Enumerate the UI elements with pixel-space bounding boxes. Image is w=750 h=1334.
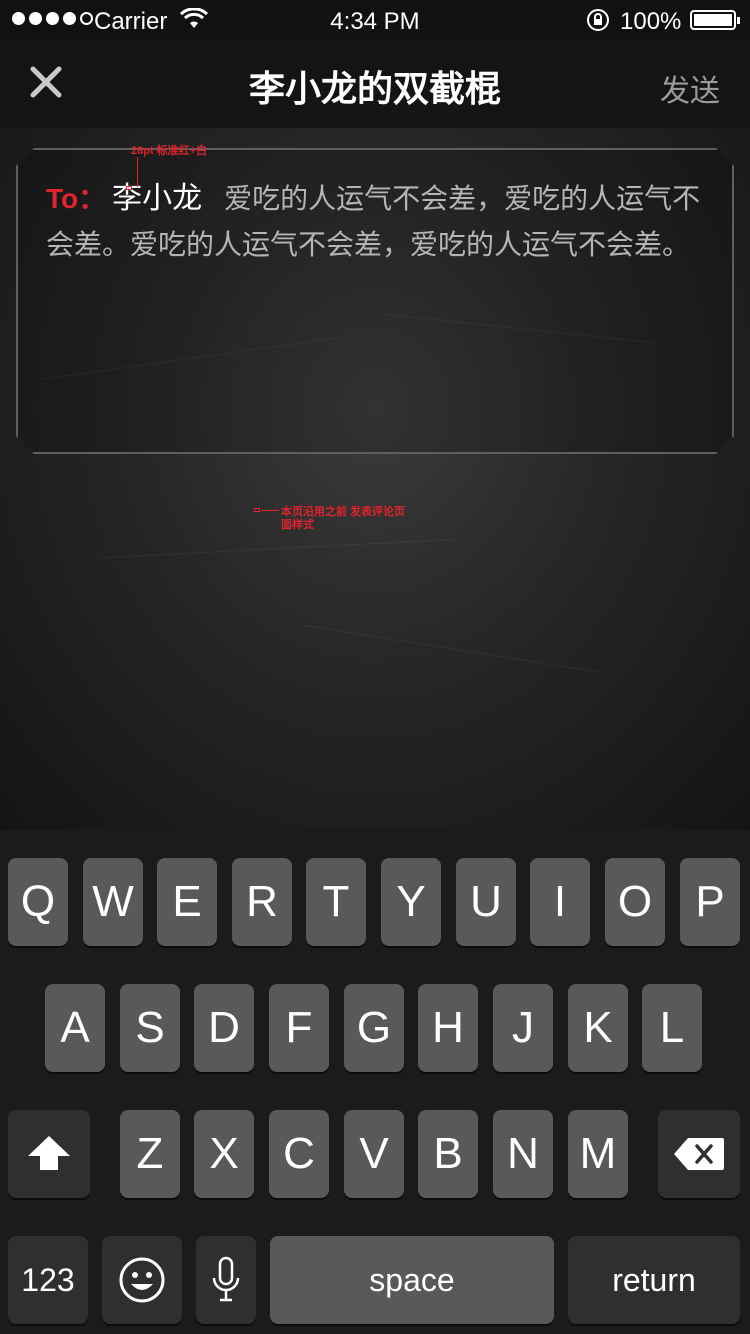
- key-r[interactable]: R: [232, 858, 292, 946]
- key-k[interactable]: K: [568, 984, 628, 1072]
- annotation-leader-line: [137, 157, 138, 187]
- emoji-key[interactable]: [102, 1236, 182, 1324]
- key-n[interactable]: N: [493, 1110, 553, 1198]
- microphone-icon: [212, 1256, 240, 1302]
- key-g[interactable]: G: [344, 984, 404, 1072]
- key-l[interactable]: L: [642, 984, 702, 1072]
- battery-percentage: 100%: [620, 8, 682, 35]
- key-m[interactable]: M: [568, 1110, 628, 1198]
- key-e[interactable]: E: [157, 858, 217, 946]
- page-title: 李小龙的双截棍: [248, 68, 501, 109]
- microphone-key[interactable]: [196, 1236, 256, 1324]
- key-v[interactable]: V: [344, 1110, 404, 1198]
- key-i[interactable]: I: [530, 858, 590, 946]
- space-key[interactable]: space: [270, 1236, 554, 1324]
- backspace-key[interactable]: [658, 1110, 740, 1198]
- annotation-leader-line: [261, 510, 279, 511]
- key-y[interactable]: Y: [381, 858, 441, 946]
- key-d[interactable]: D: [194, 984, 254, 1072]
- key-a[interactable]: A: [45, 984, 105, 1072]
- send-button[interactable]: 发送: [660, 66, 720, 110]
- key-h[interactable]: H: [418, 984, 478, 1072]
- message-text-field[interactable]: To： 李小龙 爱吃的人运气不会差，爱吃的人运气不会差。爱吃的人运气不会差，爱吃的人…: [46, 176, 706, 268]
- return-key[interactable]: return: [568, 1236, 740, 1324]
- battery-icon: [690, 10, 740, 30]
- key-f[interactable]: F: [269, 984, 329, 1072]
- key-q[interactable]: Q: [8, 858, 68, 946]
- key-s[interactable]: S: [120, 984, 180, 1072]
- key-o[interactable]: O: [605, 858, 665, 946]
- key-p[interactable]: P: [680, 858, 740, 946]
- key-j[interactable]: J: [493, 984, 553, 1072]
- shift-icon: [28, 1136, 70, 1170]
- backspace-icon: [674, 1138, 724, 1170]
- annotation-marker: [126, 186, 132, 190]
- navigation-bar: 李小龙的双截棍 发送: [0, 40, 750, 128]
- keyboard: Q W E R T Y U I O P A S D F G H J K L Z …: [0, 830, 750, 1334]
- emoji-icon: [119, 1257, 165, 1303]
- shift-key[interactable]: [8, 1110, 90, 1198]
- numbers-key[interactable]: 123: [8, 1236, 88, 1324]
- to-label: To：: [46, 183, 107, 214]
- key-u[interactable]: U: [456, 858, 516, 946]
- key-t[interactable]: T: [306, 858, 366, 946]
- rotation-lock-icon: [586, 8, 610, 39]
- key-z[interactable]: Z: [120, 1110, 180, 1198]
- annotation-marker: [254, 508, 260, 512]
- status-bar: Carrier 4:34 PM 100%: [0, 0, 750, 40]
- annotation-font-note: 28pt 标准红+白: [131, 145, 208, 157]
- key-b[interactable]: B: [418, 1110, 478, 1198]
- key-x[interactable]: X: [194, 1110, 254, 1198]
- annotation-page-note-continued: 面样式: [281, 519, 314, 531]
- key-w[interactable]: W: [83, 858, 143, 946]
- key-c[interactable]: C: [269, 1110, 329, 1198]
